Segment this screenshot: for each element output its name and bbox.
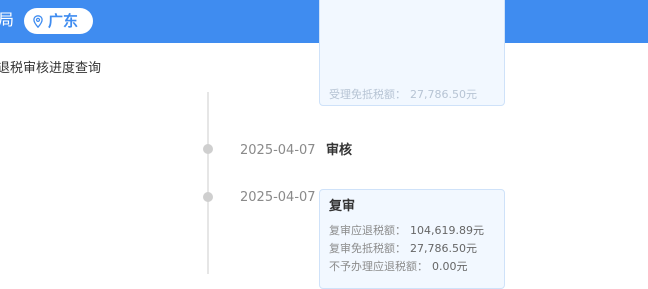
timeline-node: [203, 144, 213, 154]
card-title: 复审: [329, 199, 356, 214]
line-value: 0.00元: [432, 260, 468, 273]
step-title-review: 审核: [326, 143, 353, 158]
step-date: 2025-04-07: [240, 143, 316, 158]
app-title: 局: [0, 10, 16, 29]
step-date: 2025-04-07: [240, 190, 316, 205]
line-value: 27,786.50元: [410, 88, 477, 101]
line-label: 复审免抵税额：: [329, 242, 406, 255]
line-label: 不予办理应退税额：: [329, 260, 428, 273]
region-selector[interactable]: 广东: [24, 8, 93, 34]
timeline-line: [207, 92, 209, 274]
line-label: 受理免抵税额：: [329, 88, 406, 101]
refund-amount-line: 复审应退税额： 104,619.89元: [329, 224, 484, 238]
line-value: 27,786.50元: [410, 242, 477, 255]
exempt-amount-line: 复审免抵税额： 27,786.50元: [329, 242, 477, 256]
timeline-node: [203, 192, 213, 202]
acceptance-exempt-line: 受理免抵税额： 27,786.50元: [329, 88, 477, 102]
page-title: 退税审核进度查询: [0, 61, 102, 76]
region-label: 广东: [48, 12, 79, 30]
location-pin-icon: [33, 14, 43, 28]
line-label: 复审应退税额：: [329, 224, 406, 237]
re-review-card: 复审 复审应退税额： 104,619.89元 复审免抵税额： 27,786.50元 …: [319, 189, 505, 289]
acceptance-card: 受理免抵税额： 27,786.50元: [319, 0, 505, 106]
line-value: 104,619.89元: [410, 224, 484, 237]
no-refund-line: 不予办理应退税额： 0.00元: [329, 260, 468, 274]
